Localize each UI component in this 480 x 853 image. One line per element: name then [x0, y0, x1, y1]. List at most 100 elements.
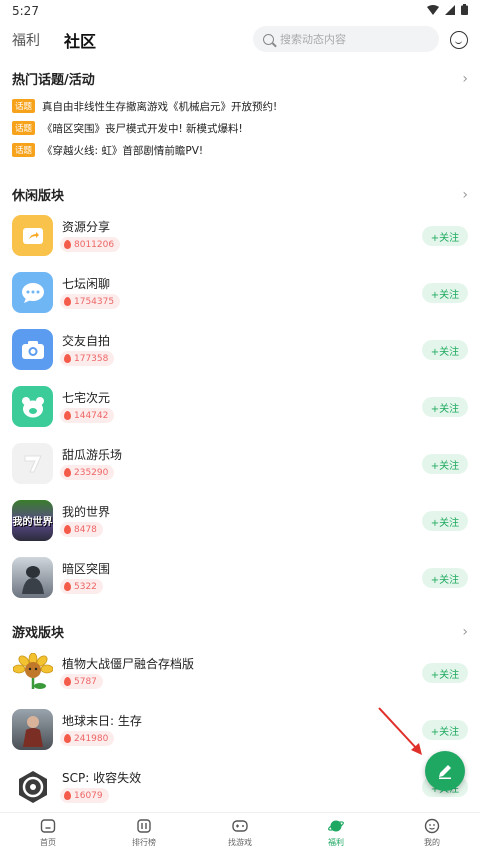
share-icon: [12, 215, 53, 256]
topic-text: 真自由非线性生存撤离游戏《机械启元》开放预约!: [42, 100, 278, 113]
board-heat: 8011206: [60, 237, 121, 252]
hot-topics-title: 热门话题/活动: [12, 73, 95, 88]
nav-label: 排行榜: [132, 838, 156, 847]
gamepad-icon: [232, 820, 248, 832]
board-row[interactable]: 暗区突围 5322 +关注: [12, 557, 468, 601]
board-heat: 8478: [60, 522, 103, 537]
tab-welfare[interactable]: 福利: [12, 30, 40, 50]
message-icon[interactable]: [450, 31, 468, 49]
board-heat: 177358: [60, 351, 115, 366]
board-name: 植物大战僵尸融合存档版: [62, 657, 195, 671]
minecraft-icon-text: 我的世界: [12, 517, 53, 528]
tab-community[interactable]: 社区: [64, 28, 96, 52]
follow-button[interactable]: +关注: [422, 397, 468, 417]
nav-label: 首页: [40, 838, 56, 847]
follow-button[interactable]: +关注: [422, 283, 468, 303]
wifi-icon: [427, 4, 439, 18]
flame-icon: [64, 525, 71, 534]
board-heat: 1754375: [60, 294, 121, 309]
chevron-right-icon: ›: [462, 186, 468, 203]
board-heat: 16079: [60, 788, 109, 803]
profile-icon: [424, 818, 440, 834]
home-icon: [40, 819, 56, 833]
board-name: 我的世界: [62, 505, 111, 519]
annotation-arrow: [378, 707, 422, 755]
nav-label: 找游戏: [228, 838, 252, 847]
board-name: 资源分享: [62, 220, 111, 234]
board-row[interactable]: 资源分享 8011206 +关注: [12, 215, 468, 259]
board-name: SCP: 收容失效: [62, 771, 142, 785]
nav-label: 我的: [424, 838, 440, 847]
pvz-icon: [12, 652, 53, 693]
follow-button[interactable]: +关注: [422, 454, 468, 474]
board-name: 暗区突围: [62, 562, 111, 576]
topic-item[interactable]: 话题 《穿越火线: 虹》首部剧情前瞻PV!: [12, 140, 203, 160]
bear-icon: [12, 386, 53, 427]
status-time: 5:27: [12, 4, 39, 18]
status-icons: [427, 4, 468, 18]
follow-button[interactable]: +关注: [422, 511, 468, 531]
flame-icon: [64, 582, 71, 591]
topic-tag: 话题: [12, 143, 36, 157]
follow-button[interactable]: +关注: [422, 340, 468, 360]
flame-icon: [64, 791, 71, 800]
follow-button[interactable]: +关注: [422, 568, 468, 588]
search-icon: [263, 33, 274, 45]
board-heat: 235290: [60, 465, 115, 480]
board-row[interactable]: 植物大战僵尸融合存档版 5787 +关注: [12, 652, 468, 696]
last-day-icon: [12, 709, 53, 750]
hot-topics-header[interactable]: 热门话题/活动 ›: [12, 69, 468, 89]
nav-home[interactable]: 首页: [0, 813, 96, 853]
topic-item[interactable]: 话题 《暗区突围》丧尸模式开发中! 新模式爆料!: [12, 118, 243, 138]
camera-icon: [12, 329, 53, 370]
arena-breakout-icon: [12, 557, 53, 598]
search-placeholder: 搜索动态内容: [280, 33, 346, 46]
board-name: 交友自拍: [62, 334, 111, 348]
board-name: 七宅次元: [62, 391, 111, 405]
topic-text: 《穿越火线: 虹》首部剧情前瞻PV!: [42, 144, 204, 157]
board-row[interactable]: 七宅次元 144742 +关注: [12, 386, 468, 430]
flame-icon: [64, 240, 71, 249]
chat-icon: [12, 272, 53, 313]
minecraft-icon: 我的世界: [12, 500, 53, 541]
casual-boards-header[interactable]: 休闲版块 ›: [12, 185, 468, 205]
board-heat: 144742: [60, 408, 115, 423]
topic-tag: 话题: [12, 99, 36, 113]
search-input[interactable]: 搜索动态内容: [253, 26, 439, 52]
flame-icon: [64, 354, 71, 363]
board-row[interactable]: 甜瓜游乐场 235290 +关注: [12, 443, 468, 487]
nav-ranking[interactable]: 排行榜: [96, 813, 192, 853]
scp-icon: [12, 766, 53, 807]
topic-text: 《暗区突围》丧尸模式开发中! 新模式爆料!: [42, 122, 243, 135]
nav-label: 福利: [328, 838, 344, 847]
board-row[interactable]: 七坛闲聊 1754375 +关注: [12, 272, 468, 316]
topic-item[interactable]: 话题 真自由非线性生存撤离游戏《机械启元》开放预约!: [12, 96, 277, 116]
chevron-right-icon: ›: [462, 623, 468, 640]
board-name: 七坛闲聊: [62, 277, 111, 291]
nav-profile[interactable]: 我的: [384, 813, 480, 853]
board-heat: 241980: [60, 731, 115, 746]
follow-button[interactable]: +关注: [422, 226, 468, 246]
compose-button[interactable]: [425, 751, 465, 791]
board-heat: 5787: [60, 674, 103, 689]
signal-icon: [445, 4, 455, 18]
chevron-right-icon: ›: [462, 70, 468, 87]
board-name: 甜瓜游乐场: [62, 448, 123, 462]
follow-button[interactable]: +关注: [422, 663, 468, 683]
board-heat: 5322: [60, 579, 103, 594]
board-name: 地球末日: 生存: [62, 714, 142, 728]
board-row[interactable]: 我的世界 我的世界 8478 +关注: [12, 500, 468, 544]
topic-tag: 话题: [12, 121, 36, 135]
flame-icon: [64, 411, 71, 420]
nav-welfare[interactable]: 福利: [288, 813, 384, 853]
ranking-icon: [137, 819, 151, 833]
flame-icon: [64, 734, 71, 743]
game-boards-title: 游戏版块: [12, 626, 65, 641]
nav-find-games[interactable]: 找游戏: [192, 813, 288, 853]
planet-icon: [328, 820, 344, 832]
top-nav: 福利 社区 搜索动态内容: [0, 22, 480, 58]
board-row[interactable]: SCP: 收容失效 16079 +关注: [12, 766, 468, 810]
board-row[interactable]: 交友自拍 177358 +关注: [12, 329, 468, 373]
battery-icon: [461, 4, 468, 18]
game-boards-header[interactable]: 游戏版块 ›: [12, 622, 468, 642]
